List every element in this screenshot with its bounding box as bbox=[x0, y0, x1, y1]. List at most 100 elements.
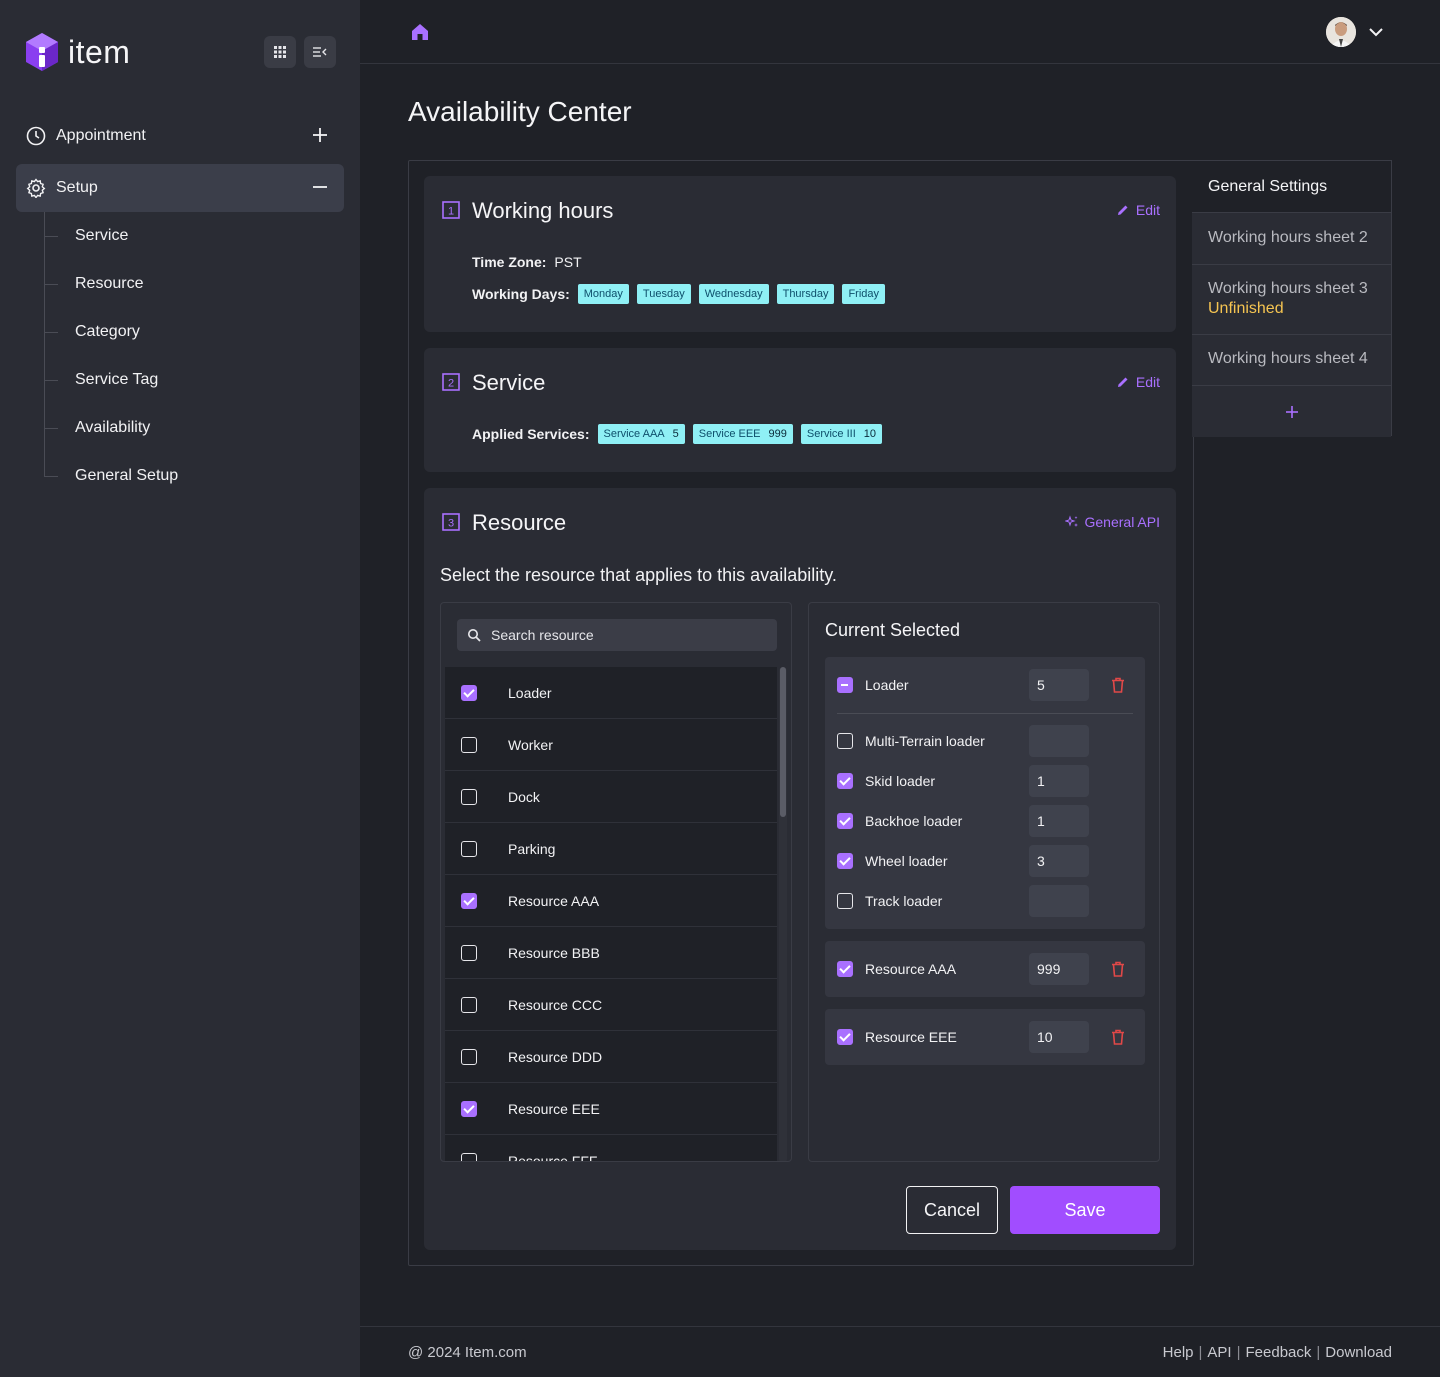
selected-resource-group: Resource EEE 10 bbox=[825, 1009, 1145, 1065]
sidebar-item-category[interactable]: Category bbox=[44, 308, 140, 356]
service-title: Service bbox=[472, 370, 546, 395]
quantity-value: 5 bbox=[1037, 677, 1045, 693]
scrollbar[interactable] bbox=[779, 667, 787, 1161]
nav-setup-label: Setup bbox=[56, 179, 98, 196]
loader-child-checkbox[interactable] bbox=[837, 773, 853, 789]
working-days-row: Working Days: Monday Tuesday Wednesday T… bbox=[472, 284, 893, 304]
cancel-button[interactable]: Cancel bbox=[906, 1186, 998, 1234]
save-button[interactable]: Save bbox=[1010, 1186, 1160, 1234]
quantity-input[interactable]: 3 bbox=[1029, 845, 1089, 877]
footer-link-api[interactable]: API bbox=[1207, 1344, 1231, 1361]
collapse-sidebar-button[interactable] bbox=[304, 36, 336, 68]
resource-checkbox[interactable] bbox=[461, 892, 477, 909]
resource-list-item[interactable]: Parking bbox=[445, 823, 777, 875]
footer-link-help[interactable]: Help bbox=[1163, 1344, 1194, 1361]
current-selected-panel: Current Selected Loader 5 Multi-Terrain … bbox=[808, 602, 1160, 1162]
home-icon[interactable] bbox=[410, 22, 430, 42]
resource-label: Resource AAA bbox=[508, 892, 600, 909]
working-hours-title: Working hours bbox=[472, 198, 614, 223]
sidebar-item-service-tag[interactable]: Service Tag bbox=[44, 356, 158, 404]
resource-list-item[interactable]: Resource EEE bbox=[445, 1083, 777, 1135]
quantity-input[interactable]: 10 bbox=[1029, 1021, 1089, 1053]
unfinished-status: Unfinished bbox=[1208, 300, 1284, 317]
tab-working-hours-sheet-2[interactable]: Working hours sheet 2 bbox=[1192, 213, 1391, 265]
service-chip-count: 5 bbox=[672, 428, 679, 440]
loader-child-row: Track loader bbox=[837, 885, 1133, 917]
selected-resource-checkbox[interactable] bbox=[837, 961, 853, 977]
resource-checkbox[interactable] bbox=[461, 684, 477, 701]
footer-link-download[interactable]: Download bbox=[1325, 1344, 1392, 1361]
selected-resource-label: Resource EEE bbox=[865, 1029, 957, 1045]
tab-working-hours-sheet-4[interactable]: Working hours sheet 4 bbox=[1192, 335, 1391, 386]
resource-checkbox[interactable] bbox=[461, 736, 477, 753]
tab-label: Working hours sheet 2 bbox=[1208, 229, 1368, 246]
quantity-input[interactable]: 1 bbox=[1029, 765, 1089, 797]
loader-child-label: Multi-Terrain loader bbox=[865, 733, 985, 749]
edit-label: Edit bbox=[1135, 202, 1160, 218]
resource-checkbox[interactable] bbox=[461, 788, 477, 805]
loader-child-checkbox[interactable] bbox=[837, 893, 853, 909]
user-avatar[interactable] bbox=[1326, 17, 1356, 47]
loader-child-checkbox[interactable] bbox=[837, 733, 853, 749]
loader-indeterminate-checkbox[interactable] bbox=[837, 677, 853, 693]
tab-label: Working hours sheet 4 bbox=[1208, 350, 1368, 367]
quantity-input[interactable]: 1 bbox=[1029, 805, 1089, 837]
resource-list-item[interactable]: Resource AAA bbox=[445, 875, 777, 927]
quantity-input[interactable]: 999 bbox=[1029, 953, 1089, 985]
apps-grid-button[interactable] bbox=[264, 36, 296, 68]
resource-list-item[interactable]: Resource BBB bbox=[445, 927, 777, 979]
resource-checkbox[interactable] bbox=[461, 944, 477, 961]
quantity-input[interactable] bbox=[1029, 885, 1089, 917]
scrollbar-thumb[interactable] bbox=[780, 667, 786, 817]
chevron-down-icon[interactable] bbox=[1366, 22, 1386, 42]
sidebar-item-general-setup[interactable]: General Setup bbox=[44, 452, 178, 500]
resource-list-item[interactable]: Loader bbox=[445, 667, 777, 719]
resource-list-item[interactable]: Resource DDD bbox=[445, 1031, 777, 1083]
resource-list-item[interactable]: Dock bbox=[445, 771, 777, 823]
resource-list-item[interactable]: Resource CCC bbox=[445, 979, 777, 1031]
search-resource-input[interactable] bbox=[491, 627, 771, 643]
footer-link-feedback[interactable]: Feedback bbox=[1246, 1344, 1312, 1361]
service-chip-name: Service AAA bbox=[603, 428, 665, 440]
edit-service-link[interactable]: Edit bbox=[1116, 374, 1160, 390]
trash-icon[interactable] bbox=[1109, 676, 1127, 694]
nav-appointment[interactable]: Appointment bbox=[16, 112, 344, 160]
loader-child-checkbox[interactable] bbox=[837, 853, 853, 869]
quantity-input[interactable]: 5 bbox=[1029, 669, 1089, 701]
resource-checkbox[interactable] bbox=[461, 1100, 477, 1117]
day-chip: Monday bbox=[577, 284, 629, 304]
pencil-icon bbox=[1117, 377, 1128, 387]
resource-list-item[interactable]: Worker bbox=[445, 719, 777, 771]
time-zone-label: Time Zone: bbox=[472, 254, 547, 270]
avatar-image bbox=[1326, 17, 1356, 47]
brand-logo[interactable]: item bbox=[24, 32, 130, 72]
loader-child-checkbox[interactable] bbox=[837, 813, 853, 829]
sidebar-item-resource[interactable]: Resource bbox=[44, 260, 143, 308]
logo-hex-icon bbox=[26, 33, 58, 71]
minus-icon[interactable] bbox=[310, 177, 330, 197]
trash-icon[interactable] bbox=[1109, 1028, 1127, 1046]
clock-icon bbox=[26, 126, 46, 146]
applied-services-row: Applied Services: Service AAA 5 Service E… bbox=[472, 424, 890, 444]
edit-working-hours-link[interactable]: Edit bbox=[1116, 202, 1160, 218]
sidebar-item-availability[interactable]: Availability bbox=[44, 404, 150, 452]
resource-checkbox[interactable] bbox=[461, 996, 477, 1013]
resource-checkbox[interactable] bbox=[461, 1048, 477, 1065]
sparkle-icon bbox=[1064, 515, 1078, 527]
add-sheet-button[interactable] bbox=[1192, 386, 1391, 437]
quantity-input[interactable] bbox=[1029, 725, 1089, 757]
selected-resource-checkbox[interactable] bbox=[837, 1029, 853, 1045]
resource-checkbox[interactable] bbox=[461, 840, 477, 857]
tab-working-hours-sheet-3[interactable]: Working hours sheet 3 Unfinished bbox=[1192, 265, 1391, 335]
sidebar-item-service[interactable]: Service bbox=[44, 212, 128, 260]
general-api-link[interactable]: General API bbox=[1064, 514, 1160, 530]
trash-icon[interactable] bbox=[1109, 960, 1127, 978]
gear-icon bbox=[26, 178, 46, 198]
plus-icon[interactable] bbox=[310, 125, 330, 145]
resource-list-item[interactable]: Resource FFF bbox=[445, 1135, 777, 1161]
collapse-menu-icon bbox=[313, 47, 327, 57]
brand-name: item bbox=[68, 33, 131, 70]
nav-setup[interactable]: Setup bbox=[16, 164, 344, 212]
tab-general-settings[interactable]: General Settings bbox=[1192, 161, 1391, 213]
resource-checkbox[interactable] bbox=[461, 1152, 477, 1161]
